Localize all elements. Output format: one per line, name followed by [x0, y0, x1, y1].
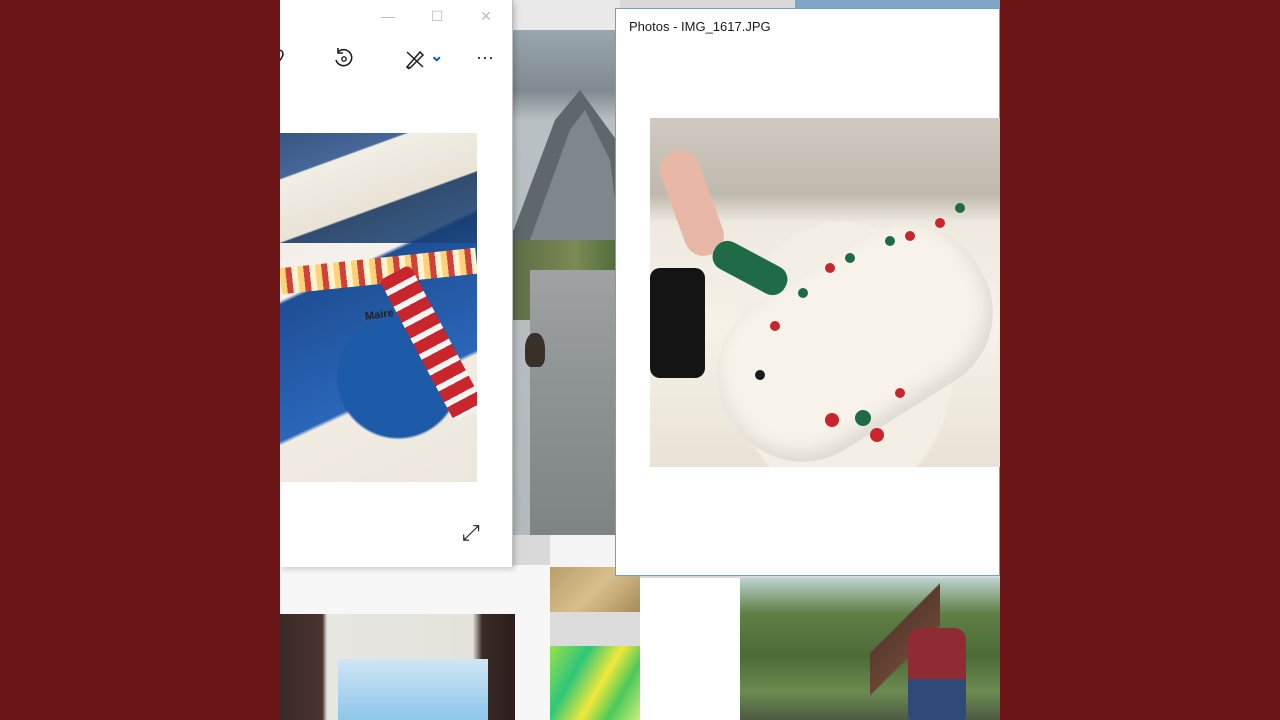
window-title: Photos - IMG_1617.JPG	[629, 19, 771, 34]
bear-figure	[525, 333, 545, 367]
trees-bridge-photo[interactable]	[740, 578, 1000, 720]
pompom-dot	[798, 288, 808, 298]
background-tile-white-3	[640, 578, 740, 720]
background-window-titlebar	[512, 0, 620, 33]
pompom-dot	[755, 370, 765, 380]
pompom-dot	[935, 218, 945, 228]
rotate-icon[interactable]	[332, 46, 356, 70]
pompom-dot	[825, 413, 839, 427]
mountain-shape	[510, 90, 620, 240]
pompom-dot	[870, 428, 884, 442]
photos-window-left[interactable]: — ☐ ✕ ⌄ ··· Maire ⤢	[280, 0, 513, 567]
map-artwork-photo[interactable]: Maire	[280, 133, 477, 482]
pompom-dot	[885, 236, 895, 246]
photo-sky	[338, 659, 488, 720]
photo-road	[530, 270, 620, 535]
striped-rocket	[379, 264, 477, 422]
mountain-road-photo[interactable]	[510, 30, 620, 535]
pompom-dot	[825, 263, 835, 273]
pompom-dot	[895, 388, 905, 398]
photo-top-area	[280, 133, 477, 243]
window-view-photo[interactable]	[280, 614, 515, 720]
background-window-edge	[795, 0, 1000, 8]
photos-collage-screen: — ☐ ✕ ⌄ ··· Maire ⤢ Photos - IMG_1617.JP…	[280, 0, 1000, 720]
person-figure	[908, 628, 966, 720]
green-band	[707, 235, 793, 301]
edit-draw-button[interactable]: ⌄	[404, 48, 444, 70]
chevron-down-icon: ⌄	[430, 48, 444, 65]
pompom-dot	[845, 253, 855, 263]
gray-tile	[550, 612, 640, 646]
pompom-dot	[955, 203, 965, 213]
photo-caption-text: Maire	[364, 307, 395, 323]
more-options-button[interactable]: ···	[476, 46, 494, 68]
lights-string	[280, 247, 477, 295]
heart-icon[interactable]	[280, 48, 290, 68]
pompom-dot	[855, 410, 871, 426]
minimize-button[interactable]: —	[368, 0, 408, 32]
knitted-fabric-photo[interactable]	[650, 118, 1000, 467]
maximize-button[interactable]: ☐	[417, 0, 457, 32]
green-abstract-photo[interactable]	[550, 646, 640, 720]
pompom-dot	[770, 321, 780, 331]
photos-window-right[interactable]: Photos - IMG_1617.JPG	[615, 8, 1000, 576]
black-fabric	[650, 268, 705, 378]
fullscreen-icon[interactable]: ⤢	[462, 520, 480, 546]
white-roll	[686, 194, 1000, 467]
titlebar[interactable]: — ☐ ✕	[280, 0, 512, 32]
close-button[interactable]: ✕	[466, 0, 506, 32]
edit-draw-icon	[405, 50, 425, 70]
pompom-dot	[905, 231, 915, 241]
